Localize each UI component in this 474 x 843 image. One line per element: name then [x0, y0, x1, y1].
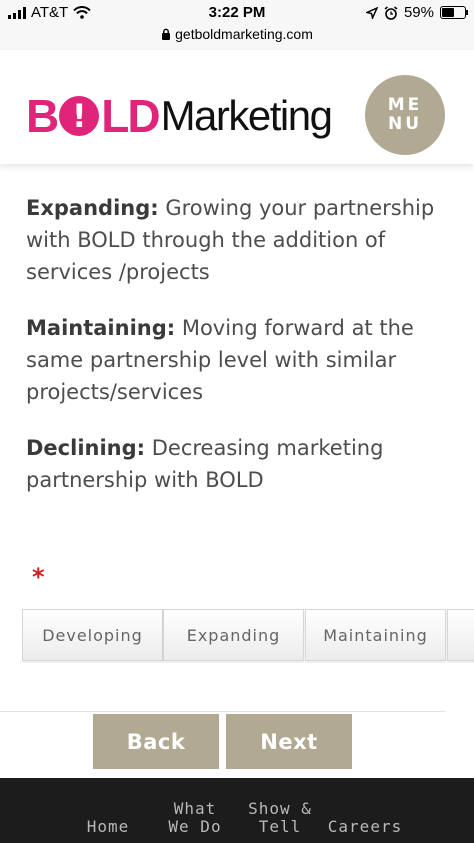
footer-link-what-we-do[interactable]: What We Do — [160, 800, 230, 836]
definition-term: Declining: — [26, 436, 146, 460]
footer-link-line1 — [76, 800, 140, 818]
logo-marketing: Marketing — [160, 92, 333, 139]
next-button[interactable]: Next — [226, 714, 352, 769]
choice-declining[interactable] — [447, 609, 474, 661]
status-bar: AT&T 3:22 PM 59% getboldmarketing.com — [0, 0, 474, 50]
footer-nav: Home What We Do Show & Tell Careers — [0, 778, 474, 843]
logo-exclamation-icon: ! — [59, 96, 100, 136]
alarm-icon — [384, 5, 398, 20]
definition-expanding: Expanding: Growing your partnership with… — [26, 192, 446, 288]
footer-link-line2: We Do — [168, 817, 222, 836]
logo-b: B — [26, 90, 59, 142]
address-bar[interactable]: getboldmarketing.com — [0, 26, 474, 42]
location-icon — [365, 6, 378, 19]
battery-percent: 59% — [403, 4, 434, 21]
logo-ld: LD — [101, 90, 160, 142]
url-text: getboldmarketing.com — [175, 26, 313, 42]
definition-maintaining: Maintaining: Moving forward at the same … — [26, 312, 446, 408]
required-marker: * — [32, 563, 45, 591]
menu-label-line1: ME — [387, 95, 423, 115]
footer-link-line1: Show & — [248, 799, 312, 818]
footer-link-line1 — [326, 800, 404, 818]
definitions-list: Expanding: Growing your partnership with… — [26, 192, 446, 520]
back-button[interactable]: Back — [93, 714, 219, 769]
footer-link-line2: Tell — [258, 817, 302, 836]
lock-icon — [162, 28, 171, 40]
footer-link-line2: Careers — [327, 817, 403, 836]
status-right: 59% — [365, 4, 468, 21]
battery-icon — [440, 6, 468, 19]
footer-link-show-tell[interactable]: Show & Tell — [244, 800, 316, 836]
choice-expanding[interactable]: Expanding — [163, 609, 304, 661]
footer-link-line1: What — [173, 799, 217, 818]
definition-term: Expanding: — [26, 196, 159, 220]
bold-marketing-logo[interactable]: B ! LD Marketing — [26, 90, 333, 142]
partnership-choice-group: Developing Expanding Maintaining — [22, 609, 474, 663]
definition-declining: Declining: Decreasing marketing partners… — [26, 432, 446, 496]
definition-term: Maintaining: — [26, 316, 176, 340]
choice-developing[interactable]: Developing — [22, 609, 163, 661]
form-divider — [0, 711, 445, 712]
footer-link-careers[interactable]: Careers — [326, 800, 404, 836]
footer-link-home[interactable]: Home — [76, 800, 140, 836]
footer-link-line2: Home — [86, 817, 130, 836]
menu-label-line2: NU — [387, 114, 423, 134]
choice-maintaining[interactable]: Maintaining — [305, 609, 446, 661]
menu-button[interactable]: ME NU — [365, 75, 445, 155]
